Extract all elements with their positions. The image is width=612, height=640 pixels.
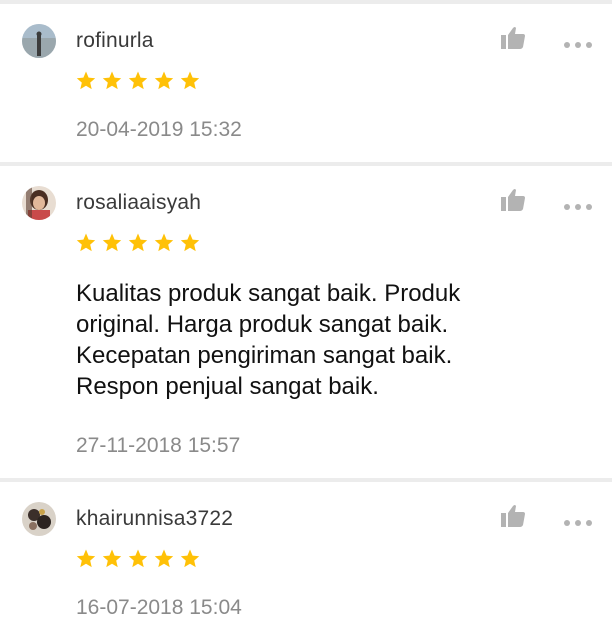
star-icon: [102, 71, 122, 90]
user-avatar[interactable]: [22, 186, 56, 220]
thumbs-up-icon[interactable]: [500, 504, 526, 528]
more-options-icon[interactable]: [563, 36, 593, 48]
review-date: 27-11-2018 15:57: [76, 434, 241, 457]
star-icon: [102, 233, 122, 252]
star-rating: [75, 548, 201, 570]
username[interactable]: rofinurla: [76, 29, 154, 53]
star-icon: [154, 71, 174, 90]
star-icon: [128, 71, 148, 90]
star-icon: [180, 549, 200, 568]
thumbs-up-icon[interactable]: [500, 188, 526, 212]
star-icon: [76, 71, 96, 90]
review-item: rofinurla 20-04-2019 15:32: [0, 4, 612, 162]
star-icon: [102, 549, 122, 568]
star-icon: [180, 233, 200, 252]
star-icon: [128, 549, 148, 568]
star-icon: [76, 233, 96, 252]
username[interactable]: khairunnisa3722: [76, 507, 233, 531]
more-options-icon[interactable]: [563, 198, 593, 210]
review-text: Kualitas produk sangat baik. Produk orig…: [76, 280, 461, 400]
username[interactable]: rosaliaaisyah: [76, 191, 201, 215]
star-icon: [154, 549, 174, 568]
review-item: rosaliaaisyah Kualitas produk sangat bai…: [0, 166, 612, 478]
review-item: khairunnisa3722 16-07-2018 15:04: [0, 482, 612, 640]
star-rating: [75, 70, 201, 92]
star-rating: [75, 232, 201, 254]
user-avatar[interactable]: [22, 24, 56, 58]
review-date: 20-04-2019 15:32: [76, 118, 242, 141]
star-icon: [128, 233, 148, 252]
user-avatar[interactable]: [22, 502, 56, 536]
thumbs-up-icon[interactable]: [500, 26, 526, 50]
star-icon: [76, 549, 96, 568]
more-options-icon[interactable]: [563, 514, 593, 526]
star-icon: [180, 71, 200, 90]
star-icon: [154, 233, 174, 252]
review-date: 16-07-2018 15:04: [76, 596, 242, 619]
